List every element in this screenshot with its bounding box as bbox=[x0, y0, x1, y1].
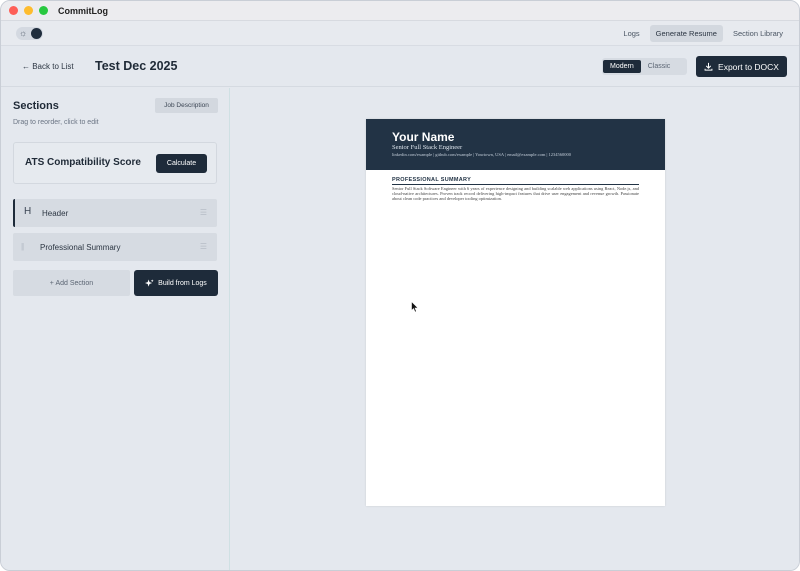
section-label: Header bbox=[42, 209, 69, 218]
ats-score-title: ATS Compatibility Score bbox=[25, 157, 141, 168]
job-description-button[interactable]: Job Description bbox=[155, 98, 218, 113]
export-label: Export to DOCX bbox=[718, 61, 779, 72]
sections-title: Sections bbox=[13, 100, 59, 112]
title-bar: CommitLog bbox=[1, 1, 799, 21]
summary-section-title: PROFESSIONAL SUMMARY bbox=[392, 177, 472, 183]
sparkle-icon bbox=[145, 278, 154, 287]
app-window: CommitLog ☼ Logs Generate Resume Section… bbox=[0, 0, 800, 571]
theme-toggle[interactable]: ☼ bbox=[16, 27, 43, 40]
nav-section-library[interactable]: Section Library bbox=[727, 25, 789, 42]
resume-contact-line: linkedin.com/example | github.com/exampl… bbox=[392, 152, 571, 157]
app-title: CommitLog bbox=[58, 5, 108, 16]
download-icon bbox=[704, 62, 713, 71]
build-label: Build from Logs bbox=[158, 279, 207, 287]
export-docx-button[interactable]: Export to DOCX bbox=[696, 56, 787, 77]
back-to-list-link[interactable]: ← Back to List bbox=[22, 62, 74, 71]
build-from-logs-button[interactable]: Build from Logs bbox=[134, 270, 218, 296]
sections-hint: Drag to reorder, click to edit bbox=[13, 119, 99, 126]
ats-score-card: ATS Compatibility Score Calculate bbox=[13, 142, 217, 184]
page-title: Test Dec 2025 bbox=[95, 59, 178, 73]
drag-handle-icon[interactable]: ☰ bbox=[200, 208, 207, 217]
section-item-professional-summary[interactable]: || Professional Summary ☰ bbox=[13, 233, 217, 261]
close-window-button[interactable] bbox=[9, 6, 18, 15]
nav-generate-resume[interactable]: Generate Resume bbox=[649, 25, 723, 42]
window-controls bbox=[9, 6, 48, 15]
section-divider bbox=[392, 184, 639, 185]
summary-text: Senior Full Stack Software Engineer with… bbox=[392, 186, 639, 202]
nav-bar: ☼ Logs Generate Resume Section Library bbox=[1, 21, 799, 46]
resume-role: Senior Full Stack Engineer bbox=[392, 144, 463, 151]
nav-links: Logs Generate Resume Section Library bbox=[617, 25, 789, 42]
section-item-header[interactable]: H Header ☰ bbox=[13, 199, 217, 227]
nav-logs[interactable]: Logs bbox=[617, 25, 645, 42]
grip-icon: || bbox=[21, 242, 24, 251]
sun-icon: ☼ bbox=[19, 28, 28, 38]
add-section-button[interactable]: + Add Section bbox=[13, 270, 130, 296]
page-header: ← Back to List Test Dec 2025 Modern Clas… bbox=[1, 47, 799, 87]
resume-header-band: Your Name Senior Full Stack Engineer lin… bbox=[366, 119, 665, 170]
drag-handle-icon[interactable]: ☰ bbox=[200, 242, 207, 251]
section-label: Professional Summary bbox=[40, 243, 121, 252]
sections-sidebar: Sections Job Description Drag to reorder… bbox=[1, 88, 230, 570]
toggle-knob bbox=[31, 28, 42, 39]
style-classic-option[interactable]: Classic bbox=[641, 60, 678, 73]
resume-preview-pane: Your Name Senior Full Stack Engineer lin… bbox=[231, 88, 799, 570]
minimize-window-button[interactable] bbox=[24, 6, 33, 15]
resume-name: Your Name bbox=[392, 130, 455, 144]
style-modern-option[interactable]: Modern bbox=[603, 60, 641, 73]
resume-style-toggle: Modern Classic bbox=[602, 58, 687, 75]
maximize-window-button[interactable] bbox=[39, 6, 48, 15]
header-section-icon: H bbox=[24, 206, 32, 217]
calculate-button[interactable]: Calculate bbox=[156, 154, 207, 173]
mouse-cursor-icon bbox=[411, 301, 419, 313]
